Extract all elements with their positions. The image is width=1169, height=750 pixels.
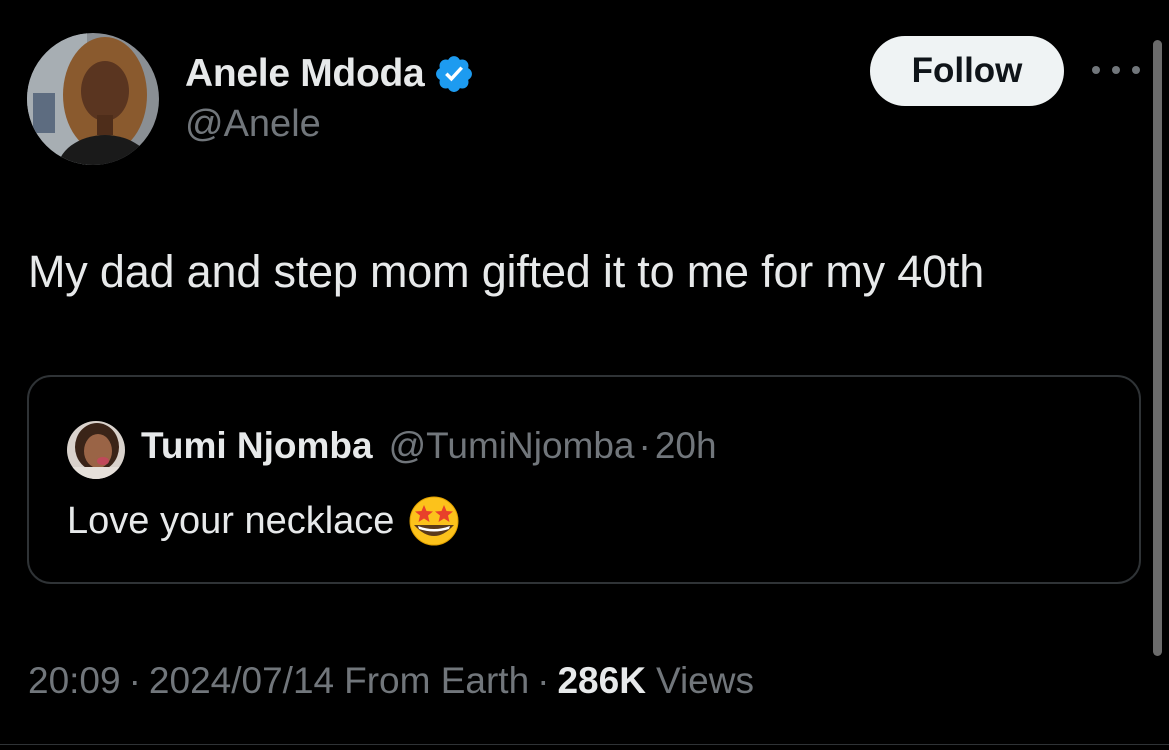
views-count[interactable]: 286K xyxy=(557,660,645,702)
quote-separator: · xyxy=(638,425,651,466)
more-dot xyxy=(1132,66,1140,74)
tweet-meta: 20:09 · 2024/07/14 From Earth · 286K Vie… xyxy=(28,660,754,702)
tweet-date[interactable]: 2024/07/14 xyxy=(149,660,334,702)
quote-author-avatar[interactable] xyxy=(67,421,125,479)
more-dot xyxy=(1092,66,1100,74)
author-display-name[interactable]: Anele Mdoda xyxy=(185,52,425,96)
quote-author-name[interactable]: Tumi Njomba xyxy=(141,425,373,467)
meta-separator: · xyxy=(128,660,141,701)
verified-badge-icon xyxy=(433,53,475,95)
author-handle[interactable]: @Anele xyxy=(185,103,321,146)
more-horizontal-icon[interactable] xyxy=(1092,55,1140,85)
more-dot xyxy=(1112,66,1120,74)
quote-text: Love your necklace xyxy=(67,499,395,542)
star-struck-emoji-icon xyxy=(408,495,460,547)
tweet-time[interactable]: 20:09 xyxy=(28,660,121,702)
tweet-text: My dad and step mom gifted it to me for … xyxy=(28,246,985,297)
meta-separator-2: · xyxy=(537,660,550,701)
quote-timestamp[interactable]: 20h xyxy=(655,425,717,467)
author-avatar[interactable] xyxy=(27,33,159,165)
quote-text-row: Love your necklace xyxy=(67,495,460,547)
scrollbar[interactable] xyxy=(1153,40,1162,656)
quote-header: Tumi Njomba @TumiNjomba · 20h xyxy=(141,423,717,469)
views-label[interactable]: Views xyxy=(656,660,754,702)
follow-button[interactable]: Follow xyxy=(870,36,1064,106)
quote-author-handle[interactable]: @TumiNjomba xyxy=(389,425,635,467)
tweet-location: From Earth xyxy=(344,660,530,701)
quoted-tweet-card[interactable]: Tumi Njomba @TumiNjomba · 20h Love your … xyxy=(27,375,1141,584)
divider xyxy=(0,744,1169,745)
author-name-row[interactable]: Anele Mdoda xyxy=(185,49,475,99)
